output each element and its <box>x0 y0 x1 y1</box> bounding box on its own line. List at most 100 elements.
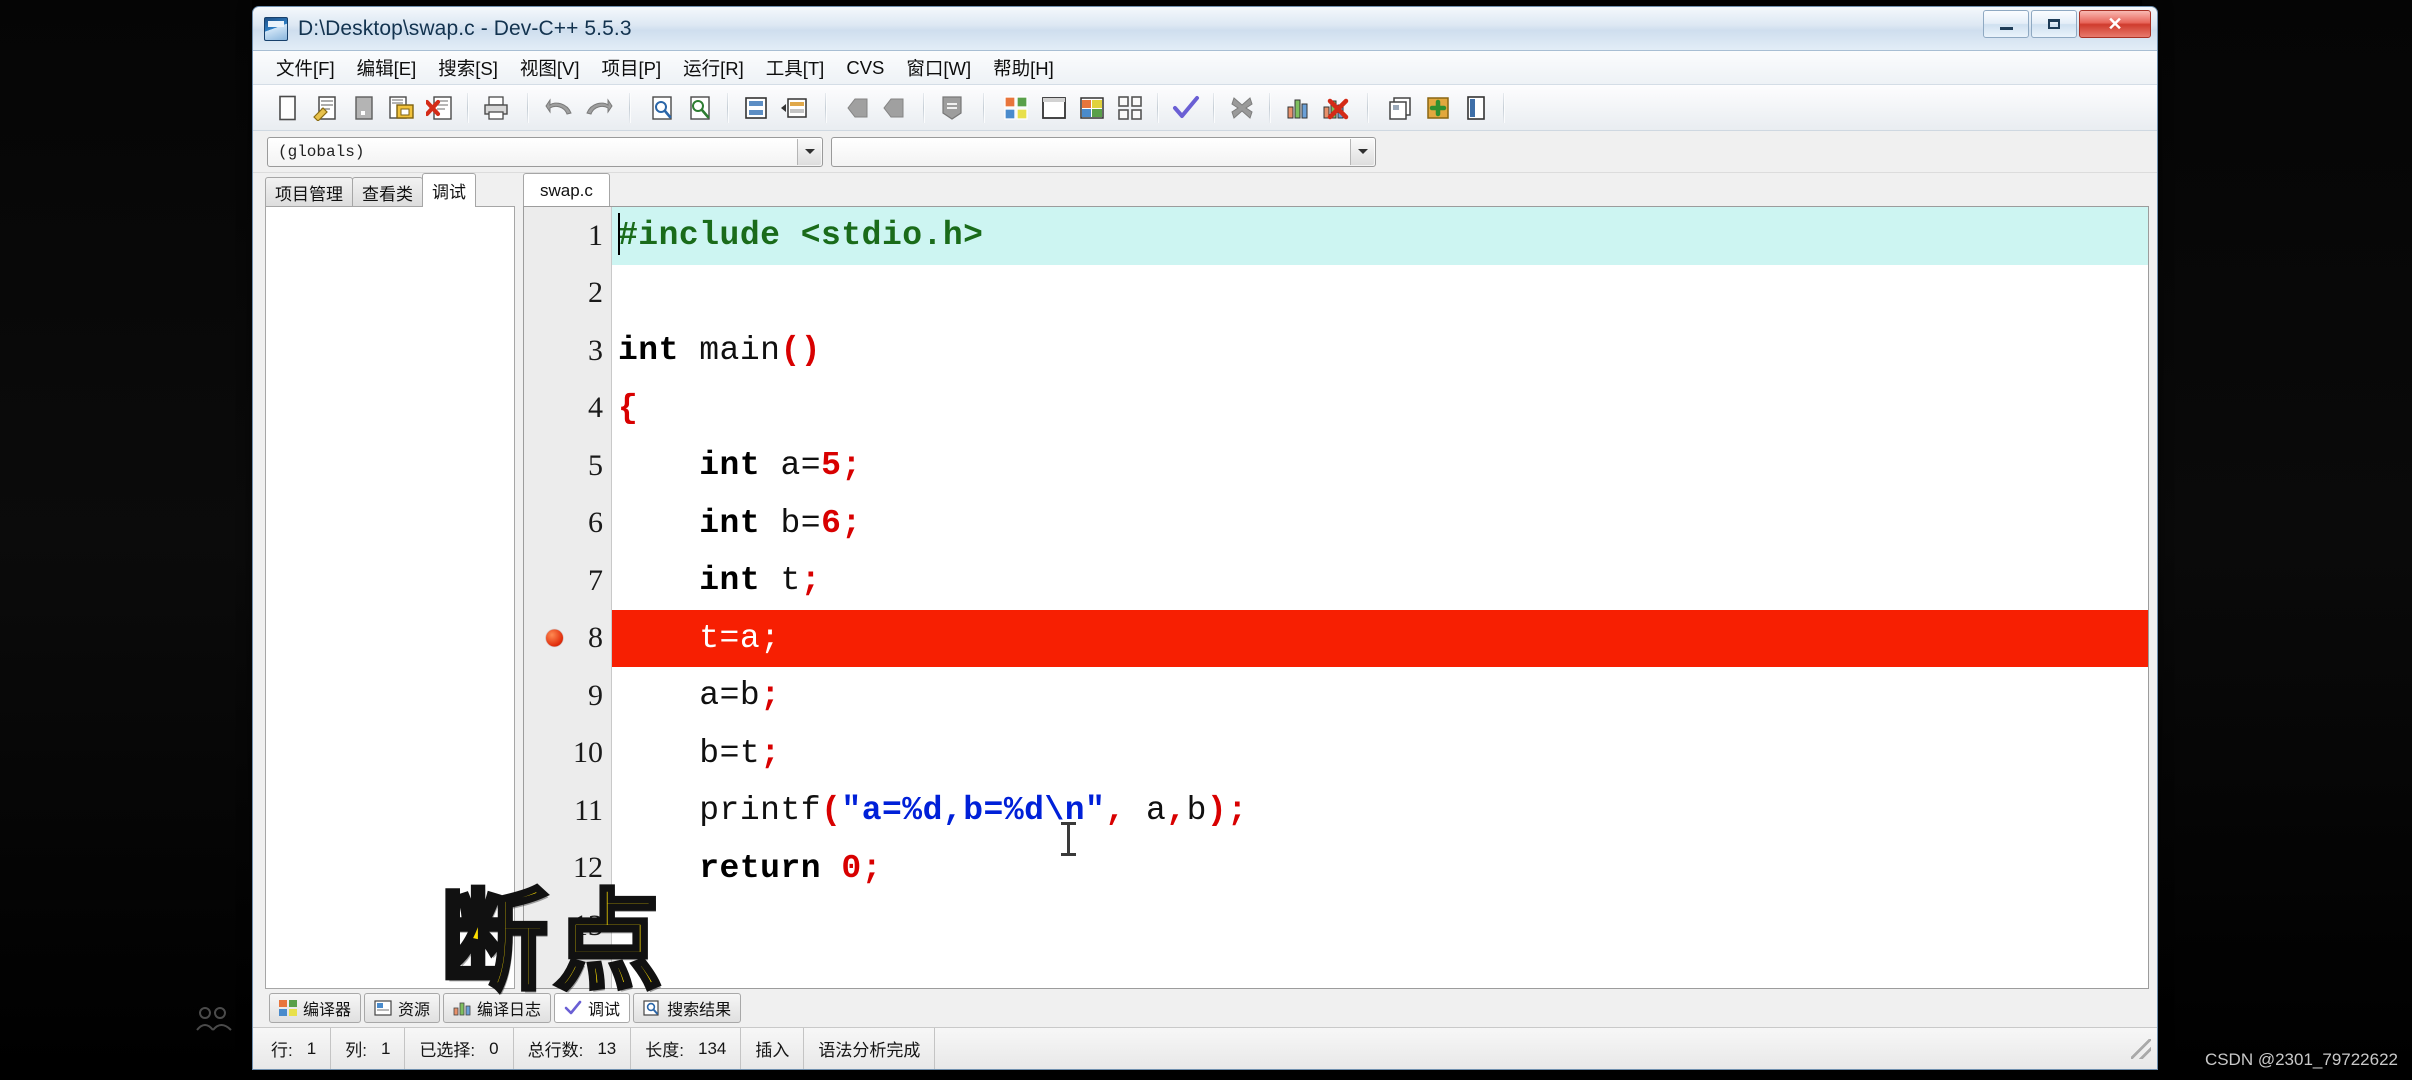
run-icon[interactable] <box>1036 90 1072 126</box>
code-text-area[interactable]: #include <stdio.h> int main(){ int a = 5; … <box>612 207 2148 988</box>
replace-icon[interactable] <box>682 90 718 126</box>
resize-grip[interactable] <box>2131 1038 2151 1059</box>
bottom-tab-compile-log[interactable]: 编译日志 <box>443 993 552 1023</box>
line-number[interactable]: 3 <box>524 322 611 380</box>
chevron-down-icon[interactable] <box>1350 138 1374 165</box>
menu-tools[interactable]: 工具[T] <box>755 51 836 85</box>
find-icon[interactable] <box>644 90 680 126</box>
code-line[interactable]: int t; <box>612 552 2148 610</box>
bottom-tab-compiler[interactable]: 编译器 <box>269 993 362 1023</box>
line-number[interactable]: 12 <box>524 840 611 898</box>
stop-icon[interactable] <box>1224 90 1260 126</box>
line-number-gutter[interactable]: 1 2 3 4 5 6 7 8 9 10 11 12 13 <box>524 207 629 988</box>
add-watch-icon[interactable] <box>1420 90 1456 126</box>
tab-project-manager[interactable]: 项目管理 <box>265 177 353 207</box>
code-line[interactable]: return 0; <box>612 840 2148 898</box>
code-line[interactable] <box>612 897 2148 955</box>
line-number[interactable]: 13 <box>524 897 611 955</box>
code-line[interactable]: int a = 5; <box>612 437 2148 495</box>
prev-icon[interactable] <box>840 90 876 126</box>
rebuild-icon[interactable] <box>1112 90 1148 126</box>
code-line[interactable]: #include <stdio.h> <box>612 207 2148 265</box>
open-file-icon[interactable] <box>308 90 344 126</box>
close-button[interactable]: ✕ <box>2079 10 2151 38</box>
line-number[interactable]: 7 <box>524 552 611 610</box>
menu-help[interactable]: 帮助[H] <box>982 51 1065 85</box>
resource-icon <box>374 1000 392 1016</box>
main-window: D:\Desktop\swap.c - Dev-C++ 5.5.3 ✕ 文件[F… <box>252 6 2158 1070</box>
line-number[interactable]: 8 <box>524 610 611 668</box>
tab-class-browser[interactable]: 查看类 <box>352 177 423 207</box>
line-number[interactable]: 10 <box>524 725 611 783</box>
code-editor[interactable]: 1 2 3 4 5 6 7 8 9 10 11 12 13 #include <stdio.h> int… <box>523 206 2149 989</box>
menu-run[interactable]: 运行[R] <box>672 51 755 85</box>
redo-icon[interactable] <box>580 90 616 126</box>
copy-window-icon[interactable] <box>1382 90 1418 126</box>
line-number[interactable]: 9 <box>524 667 611 725</box>
compile-run-icon[interactable] <box>1074 90 1110 126</box>
toolbar-separator <box>467 92 469 123</box>
minimize-button[interactable] <box>1983 10 2029 38</box>
bottom-tab-label: 调试 <box>588 1002 621 1019</box>
line-number[interactable]: 6 <box>524 495 611 553</box>
delete-profile-icon[interactable] <box>1318 90 1354 126</box>
code-line[interactable]: int main() <box>612 322 2148 380</box>
code-line[interactable]: int b = 6; <box>612 495 2148 553</box>
debug-panel-content[interactable] <box>265 206 515 989</box>
save-icon[interactable] <box>346 90 382 126</box>
code-line[interactable]: a = b; <box>612 667 2148 725</box>
toolbar-separator <box>1269 92 1271 123</box>
toolbar-separator <box>1503 92 1505 123</box>
line-number[interactable]: 5 <box>524 437 611 495</box>
code-line[interactable] <box>612 265 2148 323</box>
tab-swap-c[interactable]: swap.c <box>523 173 610 207</box>
bookmark-icon[interactable] <box>934 90 970 126</box>
print-icon[interactable] <box>478 90 514 126</box>
next-icon[interactable] <box>878 90 914 126</box>
profile-icon[interactable] <box>1280 90 1316 126</box>
save-all-icon[interactable] <box>384 90 420 126</box>
code-line[interactable]: { <box>612 380 2148 438</box>
menu-search[interactable]: 搜索[S] <box>427 51 509 85</box>
status-length-label: 长度: <box>645 1041 684 1060</box>
maximize-button[interactable] <box>2031 10 2077 38</box>
symbol-combo[interactable] <box>831 136 1376 167</box>
line-number[interactable]: 4 <box>524 380 629 706</box>
bottom-tab-resources[interactable]: 资源 <box>364 993 441 1023</box>
code-line[interactable]: t=a; <box>612 609 2148 667</box>
window-controls: ✕ <box>1983 10 2151 38</box>
status-col-label: 列: <box>345 1041 367 1060</box>
menu-window[interactable]: 窗口[W] <box>895 51 982 85</box>
compile-icon[interactable] <box>998 90 1034 126</box>
tab-debug[interactable]: 调试 <box>422 173 476 207</box>
chevron-down-icon[interactable] <box>797 138 821 165</box>
code-line[interactable]: b = t; <box>612 725 2148 783</box>
menu-view[interactable]: 视图[V] <box>509 51 591 85</box>
menu-file[interactable]: 文件[F] <box>265 51 346 85</box>
menu-cvs[interactable]: CVS <box>835 53 895 83</box>
menu-project[interactable]: 项目[P] <box>590 51 672 85</box>
breakpoint-marker-icon[interactable] <box>546 629 563 647</box>
goto-line-icon[interactable] <box>738 90 774 126</box>
compiler-icon <box>279 1000 297 1016</box>
undo-icon[interactable] <box>542 90 578 126</box>
bottom-tab-label: 编译日志 <box>477 1002 542 1019</box>
line-number[interactable]: 2 <box>524 265 611 323</box>
bottom-tab-debug[interactable]: 调试 <box>554 993 631 1023</box>
toolbar-separator <box>1367 92 1369 123</box>
new-file-icon[interactable] <box>270 90 306 126</box>
menu-edit[interactable]: 编辑[E] <box>346 51 428 85</box>
title-bar[interactable]: D:\Desktop\swap.c - Dev-C++ 5.5.3 ✕ <box>253 7 2157 51</box>
toggle-panel-icon[interactable] <box>776 90 812 126</box>
line-number[interactable]: 1 <box>524 207 611 265</box>
status-selected-value: 0 <box>489 1038 499 1058</box>
close-file-icon[interactable] <box>422 90 458 126</box>
bottom-tab-search-result[interactable]: 搜索结果 <box>633 993 742 1023</box>
tool-bar <box>253 85 2157 131</box>
scope-combo[interactable]: (globals) <box>267 136 823 167</box>
syntax-check-icon[interactable] <box>1168 90 1204 126</box>
line-number[interactable]: 11 <box>524 782 611 840</box>
code-line[interactable]: printf("a=%d,b=%d\n", a, b); <box>612 782 2148 840</box>
window-title: D:\Desktop\swap.c - Dev-C++ 5.5.3 <box>298 16 632 40</box>
toggle-bookmark-icon[interactable] <box>1458 90 1494 126</box>
